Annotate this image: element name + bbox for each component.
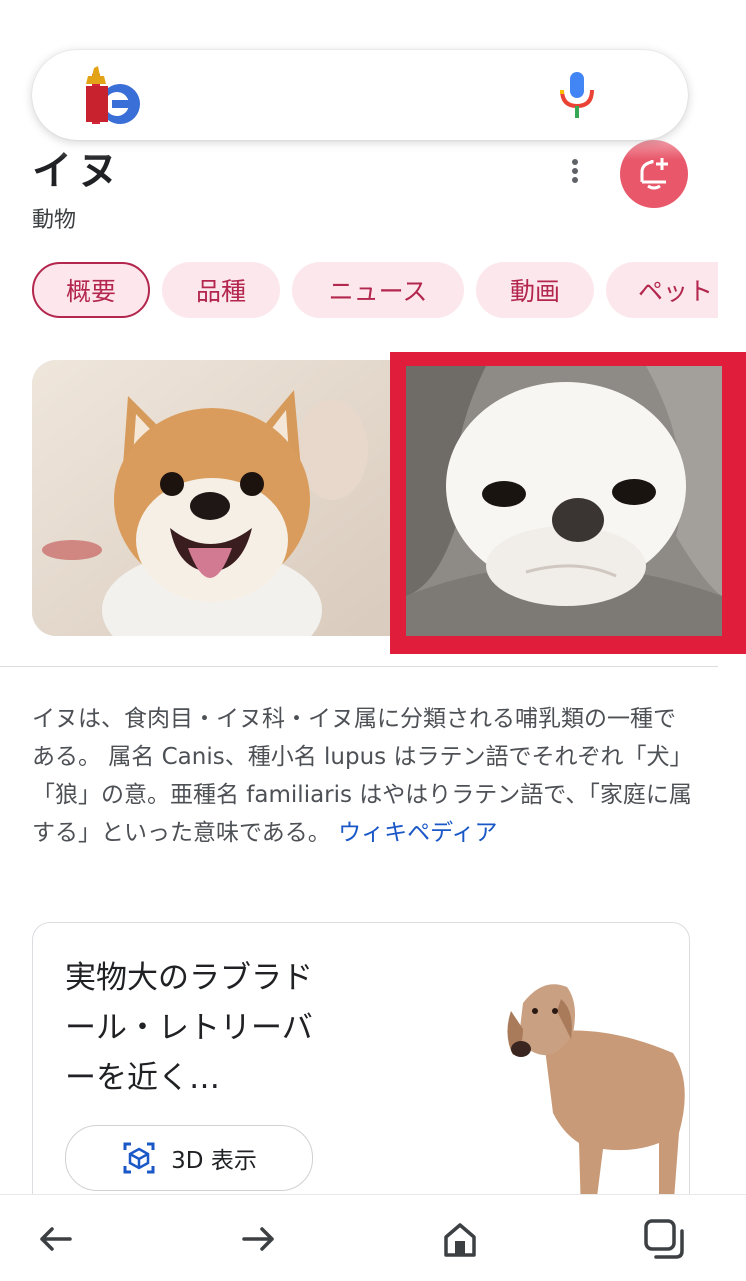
shiba-inu-illustration — [32, 360, 392, 636]
chip-breeds[interactable]: 品種 — [162, 262, 280, 318]
home-icon[interactable] — [438, 1217, 482, 1261]
more-vert-icon[interactable] — [566, 156, 584, 186]
arrow-left-icon[interactable] — [34, 1217, 78, 1261]
shiba-inu-image[interactable] — [32, 360, 392, 636]
selected-image-highlight — [390, 352, 746, 654]
chihuahua-image[interactable] — [406, 366, 722, 636]
search-bar[interactable] — [32, 50, 688, 140]
chip-videos[interactable]: 動画 — [476, 262, 594, 318]
view-in-3d-card[interactable]: 実物大のラブラドール・レトリーバーを近く… 3D 表示 — [32, 922, 690, 1224]
google-logo-doodle-icon[interactable] — [78, 64, 150, 128]
entity-description: イヌは、食肉目・イヌ科・イヌ属に分類される哺乳類の一種である。 属名 Canis… — [32, 700, 692, 852]
chip-overview[interactable]: 概要 — [32, 262, 150, 318]
mic-icon[interactable] — [554, 70, 600, 122]
view-3d-button[interactable]: 3D 表示 — [65, 1125, 313, 1191]
chip-pets[interactable]: ペット — [606, 262, 718, 318]
arrow-right-icon[interactable] — [236, 1217, 280, 1261]
bottom-navigation-bar — [0, 1194, 746, 1281]
card-3d-title: 実物大のラブラドール・レトリーバーを近く… — [65, 960, 313, 1096]
3d-cube-icon — [123, 1142, 155, 1174]
section-divider — [0, 666, 718, 667]
view-3d-label: 3D 表示 — [171, 1148, 257, 1174]
entity-subtitle: 動物 — [32, 208, 77, 233]
topic-chips: 概要 品種 ニュース 動画 ペット — [32, 262, 718, 322]
tabs-icon[interactable] — [642, 1217, 686, 1261]
labrador-3d-image — [507, 984, 689, 1223]
wikipedia-link[interactable]: ウィキペディア — [338, 820, 497, 846]
chip-news[interactable]: ニュース — [292, 262, 464, 318]
chihuahua-illustration — [406, 366, 722, 636]
